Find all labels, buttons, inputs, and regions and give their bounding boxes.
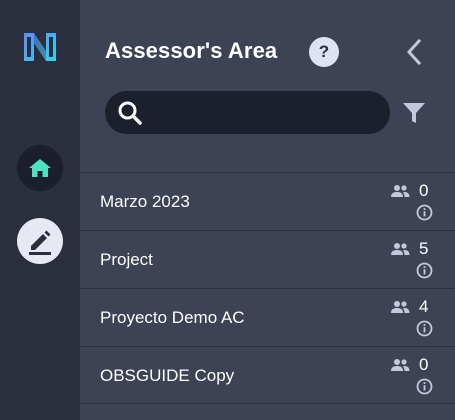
nav-home-button[interactable] <box>17 145 63 191</box>
assessor-panel: Assessor's Area ? Marzo 2023 0 Project 5… <box>80 0 455 420</box>
info-icon[interactable] <box>416 320 433 337</box>
project-name: OBSGUIDE Copy <box>100 366 235 385</box>
search-bar <box>105 91 390 134</box>
member-count: 0 <box>419 355 429 374</box>
home-icon <box>29 159 51 177</box>
member-count: 4 <box>419 297 429 316</box>
filter-icon[interactable] <box>402 101 426 125</box>
project-row[interactable]: OBSGUIDE Copy 0 <box>80 346 455 404</box>
help-button[interactable]: ? <box>309 37 339 67</box>
project-name: Project <box>100 250 153 269</box>
chevron-left-icon <box>406 38 422 66</box>
sidebar-rail <box>0 0 80 420</box>
project-row[interactable]: Marzo 2023 0 <box>80 172 455 230</box>
nav-edit-button[interactable] <box>17 218 63 264</box>
project-list: Marzo 2023 0 Project 5 Proyecto Demo AC … <box>80 172 455 404</box>
app-logo[interactable] <box>21 29 59 65</box>
search-input[interactable] <box>151 97 376 128</box>
project-name: Proyecto Demo AC <box>100 308 245 327</box>
info-icon[interactable] <box>416 378 433 395</box>
collapse-panel-button[interactable] <box>402 36 426 68</box>
member-count: 0 <box>419 181 429 200</box>
page-title: Assessor's Area <box>105 38 278 63</box>
people-icon <box>391 359 410 371</box>
edit-icon <box>29 230 51 255</box>
people-icon <box>391 301 410 313</box>
info-icon[interactable] <box>416 204 433 221</box>
info-icon[interactable] <box>416 262 433 279</box>
member-count: 5 <box>419 239 429 258</box>
project-row[interactable]: Proyecto Demo AC 4 <box>80 288 455 346</box>
project-name: Marzo 2023 <box>100 192 190 211</box>
people-icon <box>391 243 410 255</box>
project-row[interactable]: Project 5 <box>80 230 455 288</box>
people-icon <box>391 185 410 197</box>
search-icon <box>118 101 142 125</box>
